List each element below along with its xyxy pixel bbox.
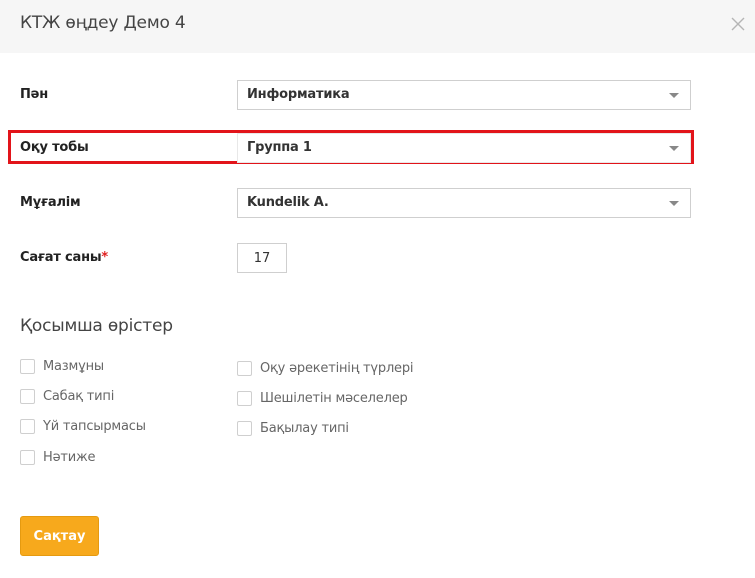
subject-select-value: Информатика xyxy=(247,87,350,102)
checkbox-box[interactable] xyxy=(20,450,35,465)
checkbox-box[interactable] xyxy=(20,359,35,374)
checkbox-label: Шешілетін мәселелер xyxy=(260,391,408,406)
modal-title: КТЖ өңдеу Демо 4 xyxy=(20,13,186,33)
checkbox-label: Нәтиже xyxy=(43,450,96,465)
teacher-label: Мұғалім xyxy=(20,195,81,210)
caret-down-icon xyxy=(669,201,679,206)
close-icon[interactable] xyxy=(727,13,749,35)
checkbox-box[interactable] xyxy=(237,421,252,436)
checkbox-label: Сабақ типі xyxy=(43,389,115,404)
checkbox-box[interactable] xyxy=(237,391,252,406)
group-row: Оқу тобы Группа 1 xyxy=(0,133,755,163)
checkbox-label: Үй тапсырмасы xyxy=(43,419,146,434)
checkbox-box[interactable] xyxy=(237,361,252,376)
checkbox-label: Бақылау типі xyxy=(260,421,349,436)
subject-select[interactable]: Информатика xyxy=(237,80,691,110)
caret-down-icon xyxy=(669,146,679,151)
subject-row: Пән Информатика xyxy=(0,80,755,110)
group-select[interactable]: Группа 1 xyxy=(237,133,691,163)
checkbox-label: Мазмұны xyxy=(43,359,104,374)
hours-label-text: Сағат саны xyxy=(20,250,102,265)
group-label: Оқу тобы xyxy=(20,140,89,155)
required-mark: * xyxy=(101,250,109,265)
hours-label: Сағат саны* xyxy=(20,250,108,265)
group-select-value: Группа 1 xyxy=(247,140,312,155)
save-button[interactable]: Сақтау xyxy=(20,516,99,556)
teacher-row: Мұғалім Kundelik A. xyxy=(0,188,755,218)
modal-header: КТЖ өңдеу Демо 4 xyxy=(0,0,755,53)
checkbox-box[interactable] xyxy=(20,389,35,404)
extra-fields-title: Қосымша өрістер xyxy=(20,316,173,336)
caret-down-icon xyxy=(669,93,679,98)
teacher-select-value: Kundelik A. xyxy=(247,195,329,210)
checkbox-box[interactable] xyxy=(20,419,35,434)
subject-label: Пән xyxy=(20,87,49,102)
hours-row: Сағат саны* xyxy=(0,243,755,273)
checkbox-label: Оқу әрекетінің түрлері xyxy=(260,361,414,376)
hours-input[interactable] xyxy=(237,243,287,273)
teacher-select[interactable]: Kundelik A. xyxy=(237,188,691,218)
